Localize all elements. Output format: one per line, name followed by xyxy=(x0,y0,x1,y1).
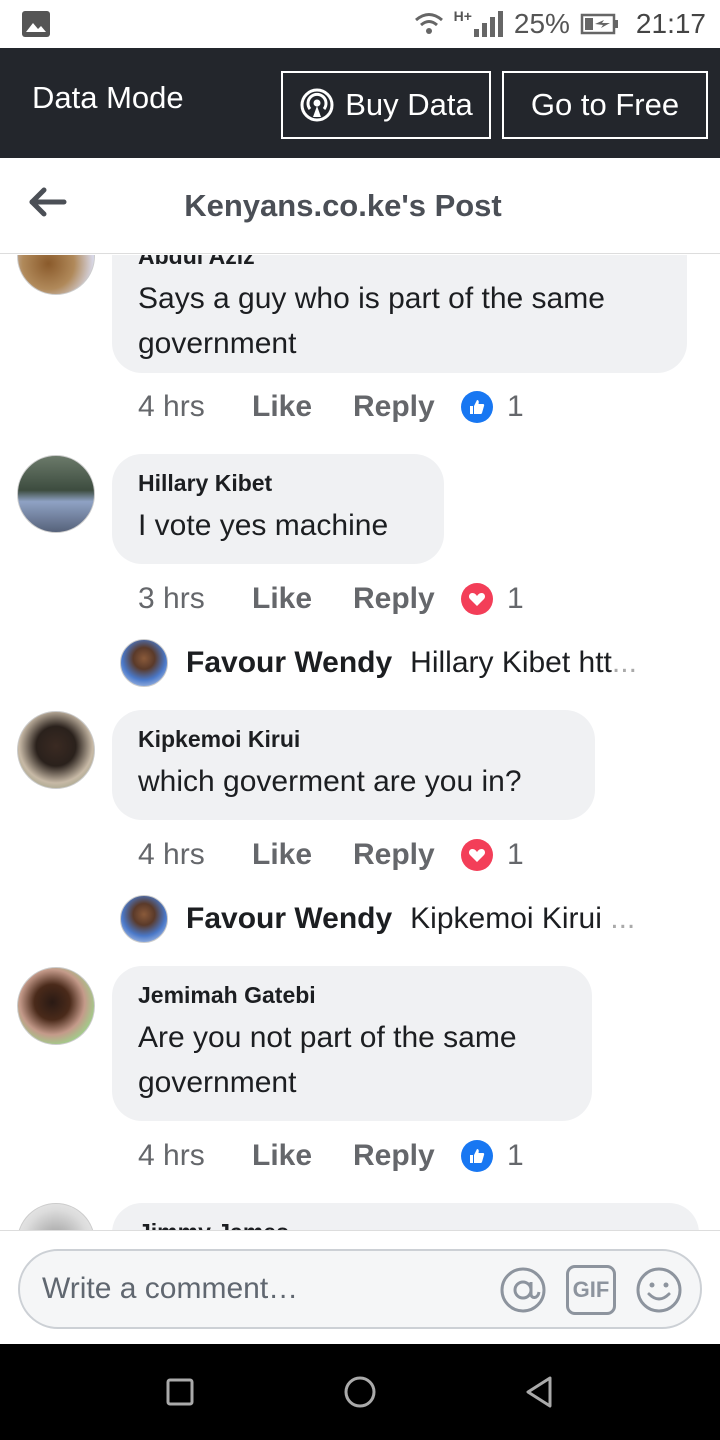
comment-author[interactable]: Jemimah Gatebi xyxy=(138,982,566,1009)
comments-feed[interactable]: Abdul Aziz Says a guy who is part of the… xyxy=(0,255,720,1230)
reply-button[interactable]: Reply xyxy=(353,838,461,872)
comment-text: Are you not part of the same government xyxy=(138,1015,566,1105)
data-mode-label: Data Mode xyxy=(32,80,184,115)
data-mode-bar: Data Mode Buy Data Go to Free xyxy=(0,48,720,158)
go-to-free-button[interactable]: Go to Free xyxy=(502,71,708,139)
comment-bubble[interactable]: Jemimah Gatebi Are you not part of the s… xyxy=(112,966,592,1121)
reply-preview[interactable]: Favour Wendy Kipkemoi Kirui ... xyxy=(120,895,635,943)
go-to-free-label: Go to Free xyxy=(530,87,680,122)
love-reaction-icon[interactable] xyxy=(461,583,493,615)
system-nav-bar xyxy=(0,1344,720,1440)
reply-ellipsis: ... xyxy=(611,646,637,679)
reply-ellipsis: ... xyxy=(610,902,636,935)
reply-preview[interactable]: Favour Wendy Hillary Kibet htt... xyxy=(120,639,637,687)
comment-input[interactable] xyxy=(42,1269,482,1309)
reply-text: Kipkemoi Kirui ... xyxy=(410,902,635,936)
like-button[interactable]: Like xyxy=(252,1139,353,1173)
like-reaction-icon[interactable] xyxy=(461,1140,493,1172)
status-bar: H+ 25% 21:17 xyxy=(0,0,720,48)
comment-time[interactable]: 4 hrs xyxy=(138,390,252,424)
comment-actions: 4 hrs Like Reply 1 xyxy=(138,1136,524,1176)
back-button-icon[interactable] xyxy=(522,1374,558,1410)
reply-button[interactable]: Reply xyxy=(353,390,461,424)
comment-time[interactable]: 3 hrs xyxy=(138,582,252,616)
recents-button-icon[interactable] xyxy=(162,1374,198,1410)
avatar[interactable] xyxy=(120,895,168,943)
post-header: Kenyans.co.ke's Post xyxy=(0,158,720,254)
reply-button[interactable]: Reply xyxy=(353,1139,461,1173)
battery-charging-icon xyxy=(580,13,618,35)
broadcast-icon xyxy=(300,88,334,122)
like-reaction-icon[interactable] xyxy=(461,391,493,423)
gif-icon[interactable]: GIF xyxy=(566,1265,616,1315)
comment-line: government xyxy=(138,327,297,360)
love-reaction-icon[interactable] xyxy=(461,839,493,871)
comment-actions: 4 hrs Like Reply 1 xyxy=(138,835,524,875)
page-title: Kenyans.co.ke's Post xyxy=(184,188,502,223)
comment-actions: 3 hrs Like Reply 1 xyxy=(138,579,524,619)
comment-bubble[interactable]: Hillary Kibet I vote yes machine xyxy=(112,454,444,564)
comment-bubble[interactable]: Kipkemoi Kirui which goverment are you i… xyxy=(112,710,595,820)
comment-line: government xyxy=(138,1066,297,1099)
like-button[interactable]: Like xyxy=(252,838,353,872)
avatar[interactable] xyxy=(120,639,168,687)
like-button[interactable]: Like xyxy=(252,390,353,424)
reply-author[interactable]: Favour Wendy xyxy=(186,902,392,936)
reply-button[interactable]: Reply xyxy=(353,582,461,616)
network-type: H+ xyxy=(453,8,472,24)
comment-author[interactable]: Hillary Kibet xyxy=(138,470,418,497)
comment-line: I vote yes machine xyxy=(138,509,389,542)
comment-text: which goverment are you in? xyxy=(138,759,569,804)
like-button[interactable]: Like xyxy=(252,582,353,616)
clock: 21:17 xyxy=(635,8,706,39)
comment-author[interactable]: Abdul Aziz xyxy=(138,255,661,270)
comment-text: I vote yes machine xyxy=(138,503,418,548)
avatar[interactable] xyxy=(17,455,95,533)
comment-bubble[interactable]: Abdul Aziz Says a guy who is part of the… xyxy=(112,255,687,373)
gif-label: GIF xyxy=(572,1277,610,1302)
reply-text-value: Hillary Kibet htt xyxy=(410,646,612,679)
avatar[interactable] xyxy=(17,1203,95,1230)
avatar[interactable] xyxy=(17,711,95,789)
comment-time[interactable]: 4 hrs xyxy=(138,1139,252,1173)
home-button-icon[interactable] xyxy=(342,1374,378,1410)
comment-time[interactable]: 4 hrs xyxy=(138,838,252,872)
emoji-icon[interactable] xyxy=(634,1265,684,1315)
comment-actions: 4 hrs Like Reply 1 xyxy=(138,387,524,427)
wifi-icon xyxy=(414,13,443,34)
buy-data-button[interactable]: Buy Data xyxy=(281,71,491,139)
comment-text: Says a guy who is part of the same gover… xyxy=(138,276,661,366)
avatar[interactable] xyxy=(17,967,95,1045)
comment-author[interactable]: Kipkemoi Kirui xyxy=(138,726,569,753)
comment-bubble[interactable]: Jimmy James xyxy=(112,1203,699,1230)
comment-composer[interactable]: GIF xyxy=(18,1249,702,1329)
reaction-count[interactable]: 1 xyxy=(507,582,524,616)
reply-author[interactable]: Favour Wendy xyxy=(186,646,392,680)
comment-line: Says a guy who is part of the same xyxy=(138,282,605,315)
comment-composer-bar: GIF xyxy=(0,1230,720,1344)
signal-icon xyxy=(473,11,503,37)
gallery-notification-icon xyxy=(22,11,50,37)
buy-data-label: Buy Data xyxy=(345,87,473,122)
avatar[interactable] xyxy=(17,255,95,295)
reply-text: Hillary Kibet htt... xyxy=(410,646,637,680)
battery-percent: 25% xyxy=(513,8,570,39)
reaction-count[interactable]: 1 xyxy=(507,1139,524,1173)
comment-author[interactable]: Jimmy James xyxy=(138,1219,673,1230)
mention-icon[interactable] xyxy=(498,1265,548,1315)
reaction-count[interactable]: 1 xyxy=(507,390,524,424)
reply-text-value: Kipkemoi Kirui xyxy=(410,902,602,935)
comment-line: which goverment are you in? xyxy=(138,765,522,798)
comment-line: Are you not part of the same xyxy=(138,1021,517,1054)
reaction-count[interactable]: 1 xyxy=(507,838,524,872)
